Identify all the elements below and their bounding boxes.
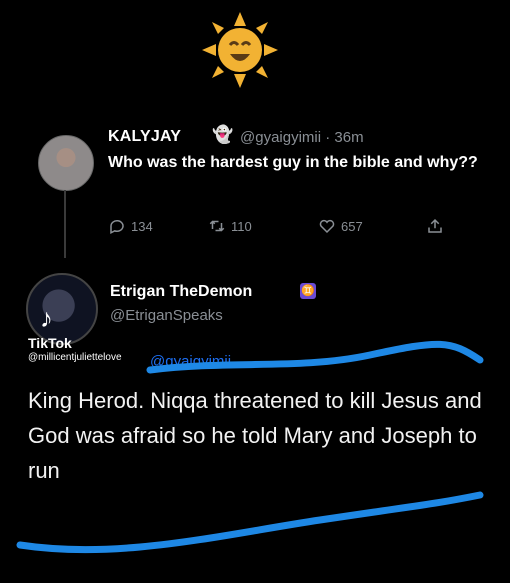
original-tweet[interactable]: KALYJAY 👻 @gyaigyimii · 36m Who was the …	[0, 110, 510, 265]
tiktok-watermark-label: TikTok	[28, 335, 72, 351]
like-button[interactable]: 657	[318, 217, 363, 235]
tiktok-watermark-username: @millicentjuliettelove	[28, 352, 122, 363]
smiling-sun-icon	[202, 12, 278, 88]
tweet-actions: 134 110 657	[108, 217, 488, 241]
handle-and-time[interactable]: @gyaigyimii · 36m	[240, 129, 364, 146]
like-count: 657	[341, 218, 363, 234]
tweet-text: Who was the hardest guy in the bible and…	[108, 154, 478, 171]
reply-icon	[110, 220, 124, 234]
ghost-emoji: 👻	[212, 125, 234, 144]
display-name[interactable]: KALYJAY	[108, 128, 181, 146]
reply-tweet[interactable]: ♪ TikTok @millicentjuliettelove Etrigan …	[0, 265, 510, 583]
zodiac-badge: ♊	[300, 283, 316, 299]
retweet-count: 110	[231, 218, 252, 234]
reply-count: 134	[131, 218, 153, 234]
handle[interactable]: @EtriganSpeaks	[110, 307, 223, 324]
retweet-button[interactable]: 110	[208, 217, 252, 235]
avatar[interactable]	[38, 135, 94, 191]
tweet-text: King Herod. Niqqa threatened to kill Jes…	[28, 388, 482, 483]
display-name[interactable]: Etrigan TheDemon	[110, 283, 252, 301]
retweet-icon	[209, 220, 225, 232]
reply-button[interactable]: 134	[108, 217, 153, 235]
heart-icon	[319, 219, 335, 234]
share-button[interactable]	[426, 217, 444, 235]
tiktok-icon: ♪	[40, 303, 53, 333]
thread-line	[64, 190, 66, 258]
replying-to-handle[interactable]: @gyaigyimii	[150, 353, 231, 370]
share-icon	[428, 218, 442, 233]
